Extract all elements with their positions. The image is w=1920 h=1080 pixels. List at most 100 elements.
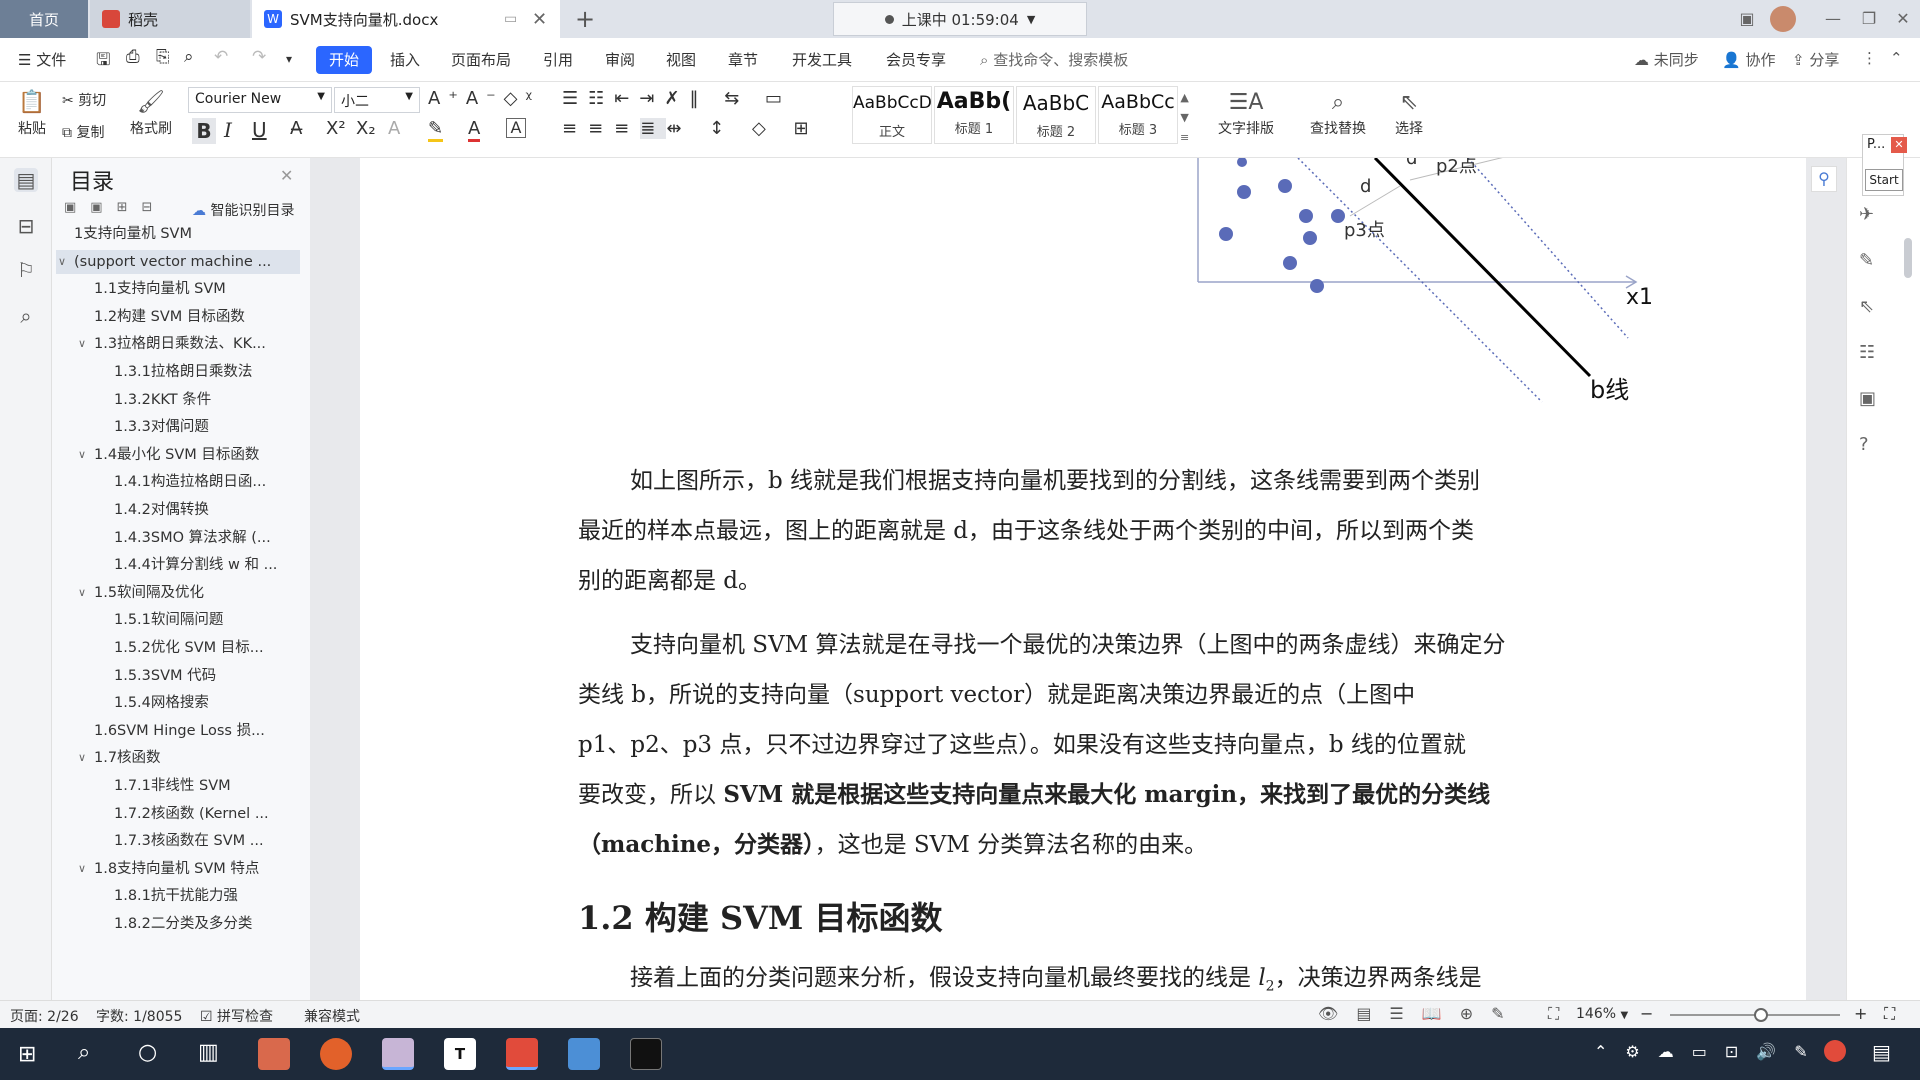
- find-icon[interactable]: ⌕: [14, 304, 38, 328]
- browser-icon[interactable]: [320, 1038, 352, 1070]
- tab-home[interactable]: 首页: [0, 0, 88, 38]
- zoom-select[interactable]: 146% ▼: [1576, 1006, 1628, 1022]
- close-tab-icon[interactable]: ✕: [532, 9, 547, 30]
- toc-item[interactable]: ∨ 1.7核函数: [56, 746, 300, 770]
- bookmark-icon[interactable]: ⚐: [14, 258, 38, 282]
- command-search[interactable]: ⌕ 查找命令、搜索模板: [980, 49, 1128, 70]
- menu-review[interactable]: 审阅: [605, 49, 635, 70]
- toc-item[interactable]: 1.5.1软间隔问题: [56, 608, 300, 632]
- smart-toc-button[interactable]: ☁ 智能识别目录: [192, 200, 294, 220]
- font-size-tools[interactable]: A⁺A⁻◇ᵡ: [428, 88, 540, 109]
- menu-insert[interactable]: 插入: [390, 49, 420, 70]
- toc-item[interactable]: ∨ 1.4最小化 SVM 目标函数: [56, 443, 300, 467]
- toc-item[interactable]: 1.2构建 SVM 目标函数: [56, 305, 300, 329]
- save-icon[interactable]: 🖫: [96, 47, 110, 76]
- active-app-icon[interactable]: [382, 1038, 414, 1070]
- select-button[interactable]: ⇖ 选择: [1386, 88, 1432, 138]
- toc-item[interactable]: 1.3.1拉格朗日乘数法: [56, 360, 300, 384]
- search-icon[interactable]: ⌕: [78, 1040, 90, 1065]
- strikethrough-button[interactable]: A̶: [290, 118, 302, 139]
- word-count[interactable]: 字数: 1/8055: [96, 1006, 182, 1026]
- close-window-icon[interactable]: ✕: [1888, 6, 1918, 32]
- toc-item[interactable]: 1.6SVM Hinge Loss 损...: [56, 719, 300, 743]
- terminal-icon[interactable]: [630, 1038, 662, 1070]
- style-heading2[interactable]: AaBbC 标题 2: [1016, 86, 1096, 144]
- toc-item[interactable]: ∨ 1.8支持向量机 SVM 特点: [56, 857, 300, 881]
- scroll-thumb[interactable]: [1904, 238, 1912, 278]
- list-tools[interactable]: ☰☷⇤⇥✗‖ ⇆ ▭: [562, 88, 792, 109]
- popup-close-icon[interactable]: ✕: [1891, 137, 1907, 153]
- char-border-button[interactable]: A: [506, 118, 526, 138]
- toc-item[interactable]: 1.4.2对偶转换: [56, 498, 300, 522]
- collapse-ribbon-icon[interactable]: ⌃: [1890, 49, 1903, 67]
- chevron-down-icon[interactable]: ∨: [78, 857, 86, 881]
- menu-view[interactable]: 视图: [666, 49, 696, 70]
- toc-item[interactable]: 1.4.1构造拉格朗日函...: [56, 470, 300, 494]
- notification-icon[interactable]: ▤: [1872, 1040, 1891, 1064]
- toc-item[interactable]: 1.8.1抗干扰能力强: [56, 884, 300, 908]
- more-icon[interactable]: ⋮: [1862, 49, 1877, 67]
- vertical-scrollbar[interactable]: [1898, 158, 1920, 1000]
- toc-panel-icon[interactable]: ▤: [14, 168, 38, 192]
- cut-button[interactable]: ✂ 剪切: [62, 90, 106, 110]
- print-preview-icon[interactable]: ⎙: [126, 47, 140, 67]
- style-heading3[interactable]: AaBbCc 标题 3: [1098, 86, 1178, 144]
- chevron-down-icon[interactable]: ∨: [78, 443, 86, 467]
- cortana-icon[interactable]: ○: [138, 1040, 157, 1065]
- pointer-icon[interactable]: ⇖: [1859, 296, 1874, 317]
- toc-item[interactable]: 1.4.3SMO 算法求解 (...: [56, 526, 300, 550]
- system-tray[interactable]: ⌃⚙☁▭⊡🔊✎: [1594, 1042, 1826, 1061]
- toc-item[interactable]: ∨ 1.3拉格朗日乘数法、KK...: [56, 332, 300, 356]
- file-explorer-icon[interactable]: [258, 1038, 290, 1070]
- toc-item[interactable]: 1.8.2二分类及多分类: [56, 912, 300, 936]
- avatar[interactable]: [1770, 6, 1796, 32]
- toc-tools[interactable]: ▣▣⊞⊟: [64, 200, 166, 215]
- redo-icon[interactable]: ↷: [252, 47, 266, 67]
- menu-developer[interactable]: 开发工具: [792, 49, 852, 70]
- font-size-select[interactable]: 小二 ▼: [334, 87, 420, 113]
- tab-document[interactable]: W SVM支持向量机.docx ▭ ✕: [252, 0, 560, 38]
- image-tool-icon[interactable]: ▣: [1859, 388, 1876, 409]
- toc-item[interactable]: ∨ (support vector machine ...: [56, 249, 300, 274]
- undo-icon[interactable]: ↶: [214, 47, 228, 67]
- highlight-button[interactable]: ✎: [428, 118, 444, 142]
- toc-item[interactable]: 1.5.2优化 SVM 目标...: [56, 636, 300, 660]
- pen-icon[interactable]: ✎: [1859, 250, 1874, 271]
- styles-scroll[interactable]: ▲ ▼ ≡: [1180, 88, 1189, 148]
- align-tools[interactable]: ≡≡≡≣⇹ ↕ ◇ ⊞: [562, 118, 820, 139]
- task-view-icon[interactable]: ▥: [198, 1040, 219, 1065]
- font-name-select[interactable]: Courier New ▼: [188, 87, 332, 113]
- page-indicator[interactable]: 页面: 2/26: [10, 1006, 79, 1026]
- sync-status[interactable]: ☁ 未同步: [1634, 49, 1699, 70]
- windows-start-icon[interactable]: ⊞: [18, 1042, 36, 1067]
- close-toc-icon[interactable]: ✕: [280, 166, 293, 185]
- chevron-down-icon[interactable]: ∨: [78, 746, 86, 770]
- font-color-button[interactable]: A: [468, 118, 481, 142]
- menu-start[interactable]: 开始: [316, 46, 372, 74]
- toc-item[interactable]: 1.3.3对偶问题: [56, 415, 300, 439]
- minimize-icon[interactable]: —: [1818, 6, 1848, 32]
- toc-item[interactable]: 1.3.2KKT 条件: [56, 388, 300, 412]
- toc-item[interactable]: 1.5.4网格搜索: [56, 691, 300, 715]
- share-button[interactable]: ⇪ 分享: [1792, 49, 1839, 70]
- help-icon[interactable]: ?: [1859, 434, 1869, 455]
- quick-access-dropdown-icon[interactable]: ▾: [286, 52, 292, 66]
- popup-start-button[interactable]: Start: [1865, 169, 1903, 191]
- menu-chapter[interactable]: 章节: [728, 49, 758, 70]
- menu-page-layout[interactable]: 页面布局: [451, 49, 511, 70]
- underline-button[interactable]: U: [252, 118, 267, 142]
- view-mode-tools[interactable]: 👁▤☰📖⊕✎: [1318, 1004, 1523, 1023]
- format-painter-button[interactable]: 🖌 格式刷: [128, 88, 174, 138]
- toc-item[interactable]: ∨ 1.5软间隔及优化: [56, 581, 300, 605]
- menu-file[interactable]: ☰ 文件: [18, 49, 66, 70]
- menu-member[interactable]: 会员专享: [886, 49, 946, 70]
- outline-icon[interactable]: ⊟: [14, 214, 38, 238]
- tray-app-icon[interactable]: [1824, 1040, 1846, 1062]
- toc-item[interactable]: 1.1支持向量机 SVM: [56, 277, 300, 301]
- toc-item[interactable]: 1.7.1非线性 SVM: [56, 774, 300, 798]
- preview-icon[interactable]: ⌕: [184, 47, 194, 67]
- superscript-button[interactable]: X²: [326, 118, 346, 139]
- sliders-icon[interactable]: ☷: [1859, 342, 1875, 363]
- toc-item[interactable]: 1.4.4计算分割线 w 和 ...: [56, 553, 300, 577]
- italic-button[interactable]: I: [224, 118, 232, 142]
